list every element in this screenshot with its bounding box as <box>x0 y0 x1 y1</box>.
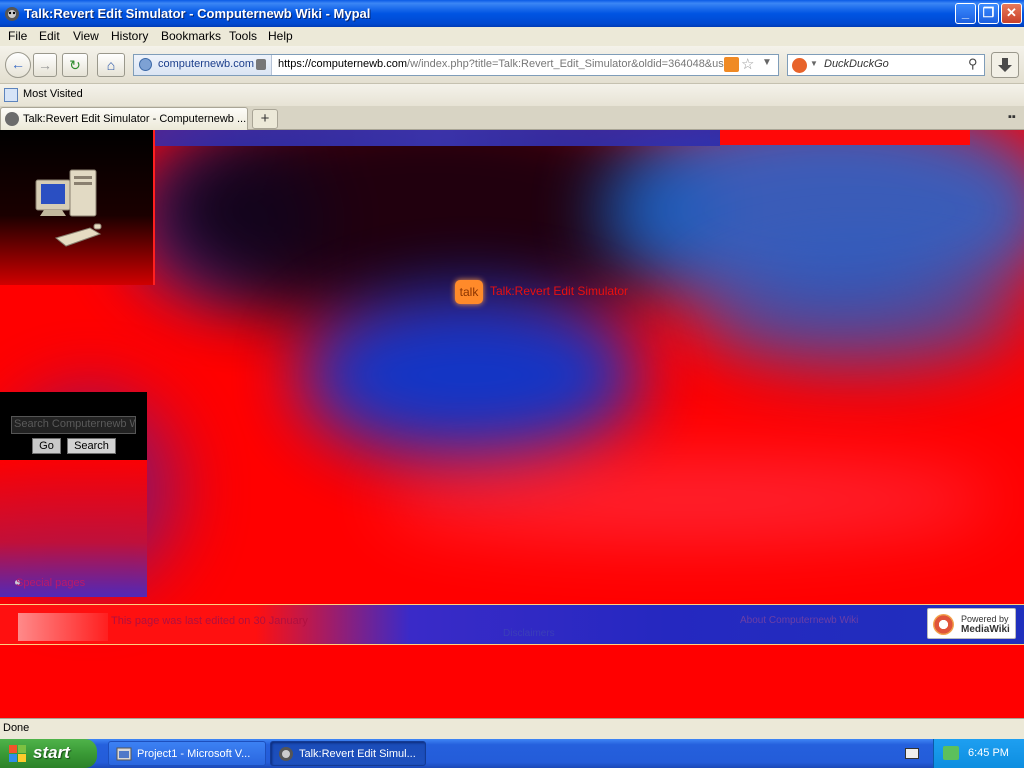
mediawiki-logo-icon <box>933 614 954 635</box>
reload-button[interactable]: ↻ <box>62 53 88 77</box>
bookmarks-toolbar: Most Visited <box>0 84 1024 106</box>
forward-button[interactable]: → <box>33 53 57 77</box>
search-placeholder: DuckDuckGo <box>824 58 889 70</box>
rss-feed-icon[interactable] <box>724 57 739 72</box>
menu-file[interactable]: File <box>8 29 27 43</box>
minimize-button[interactable]: _ <box>955 3 976 24</box>
close-button[interactable]: ✕ <box>1001 3 1022 24</box>
tab-active[interactable]: Talk:Revert Edit Simulator - Computernew… <box>0 107 248 130</box>
globe-icon <box>139 58 152 71</box>
talk-tab[interactable]: talk <box>455 280 483 304</box>
url-history-dropdown-icon[interactable]: ▼ <box>762 57 772 68</box>
menu-bookmarks[interactable]: Bookmarks <box>161 29 221 43</box>
last-edited-text: This page was last edited on 30 January <box>111 615 308 627</box>
url-prefix: https://computernewb.com <box>278 58 408 70</box>
menu-edit[interactable]: Edit <box>39 29 60 43</box>
back-button[interactable]: ← <box>5 52 31 78</box>
identity-domain: computernewb.com <box>158 58 254 70</box>
address-bar[interactable]: computernewb.com https://computernewb.co… <box>133 54 779 76</box>
new-tab-button[interactable]: + <box>252 109 278 129</box>
background-blur <box>380 460 1000 540</box>
search-button[interactable]: Search <box>67 438 116 454</box>
clock[interactable]: 6:45 PM <box>968 747 1009 759</box>
top-strip <box>720 130 970 145</box>
bookmark-star-icon[interactable]: ☆ <box>741 55 754 73</box>
wiki-search-input[interactable]: Search Computernewb Wiki <box>11 416 136 434</box>
footer-block <box>18 613 108 641</box>
page-content: Search Computernewb Wiki Go Search Speci… <box>0 130 1024 718</box>
keyboard-icon[interactable] <box>905 748 919 759</box>
window-title-bar[interactable]: Talk:Revert Edit Simulator - Computernew… <box>0 0 1024 27</box>
maximize-button[interactable]: ❐ <box>978 3 999 24</box>
menu-history[interactable]: History <box>111 29 148 43</box>
url-text[interactable]: https://computernewb.com/w/index.php?tit… <box>278 58 724 70</box>
menu-tools[interactable]: Tools <box>229 29 257 43</box>
menu-view[interactable]: View <box>73 29 99 43</box>
favicon-icon <box>5 112 19 126</box>
lock-icon <box>256 59 266 70</box>
footer-link-disclaimers[interactable]: Disclaimers <box>503 628 555 639</box>
sidebar-link-special-pages[interactable]: Special pages <box>16 577 85 589</box>
taskbar-item-label: Talk:Revert Edit Simul... <box>299 748 416 760</box>
background-blur <box>700 260 1020 370</box>
mediawiki-label: MediaWiki <box>961 624 1010 635</box>
bookmark-most-visited[interactable]: Most Visited <box>23 88 83 100</box>
duckduckgo-icon[interactable] <box>792 58 807 73</box>
tab-bar: Talk:Revert Edit Simulator - Computernew… <box>0 106 1024 130</box>
navigation-toolbar: ← → ↻ ⌂ computernewb.com https://compute… <box>0 46 1024 84</box>
taskbar-item-label: Project1 - Microsoft V... <box>137 748 251 760</box>
powered-by-mediawiki-badge[interactable]: Powered by MediaWiki <box>927 608 1016 639</box>
go-button[interactable]: Go <box>32 438 61 454</box>
window-title: Talk:Revert Edit Simulator - Computernew… <box>24 6 371 21</box>
powered-by-label: Powered by <box>961 614 1009 624</box>
search-icon[interactable]: ⚲ <box>968 56 978 72</box>
taskbar-item-project1[interactable]: Project1 - Microsoft V... <box>108 741 266 766</box>
status-bar: Done <box>0 718 1024 739</box>
visual-basic-icon <box>116 747 132 761</box>
home-button[interactable]: ⌂ <box>97 53 125 77</box>
tab-label: Talk:Revert Edit Simulator - Computernew… <box>23 113 247 125</box>
sidebar-search: Search Computernewb Wiki Go Search <box>0 392 147 460</box>
mypal-icon <box>279 747 293 761</box>
start-label: start <box>33 743 70 762</box>
status-text: Done <box>3 722 30 734</box>
page-footer: This page was last edited on 30 January … <box>0 604 1024 645</box>
site-identity-button[interactable]: computernewb.com <box>134 55 272 75</box>
search-bar[interactable]: ▼ DuckDuckGo ⚲ <box>787 54 985 76</box>
windows-logo-icon <box>9 745 27 763</box>
menu-help[interactable]: Help <box>268 29 293 43</box>
start-button[interactable]: start <box>0 739 97 768</box>
taskbar-item-mypal[interactable]: Talk:Revert Edit Simul... <box>270 741 426 766</box>
network-icon[interactable] <box>943 746 959 760</box>
system-tray: 6:45 PM <box>933 739 1024 768</box>
taskbar: start Project1 - Microsoft V... Talk:Rev… <box>0 739 1024 768</box>
background-blur <box>300 290 640 460</box>
site-logo[interactable] <box>0 130 155 285</box>
top-strip <box>155 130 720 146</box>
download-icon[interactable] <box>991 52 1019 78</box>
menu-bar: File Edit View History Bookmarks Tools H… <box>0 27 1024 46</box>
page-title: Talk:Revert Edit Simulator <box>490 284 629 298</box>
chevron-down-icon[interactable]: ▼ <box>810 59 818 68</box>
computer-icon <box>35 169 102 247</box>
tab-list-icon[interactable]: ▪▪ <box>1008 111 1016 123</box>
bookmark-folder-icon <box>4 88 18 102</box>
footer-link-about[interactable]: About Computernewb Wiki <box>740 615 858 626</box>
mypal-app-icon <box>5 7 19 21</box>
url-path: /w/index.php?title=Talk:Revert_Edit_Simu… <box>407 58 724 70</box>
